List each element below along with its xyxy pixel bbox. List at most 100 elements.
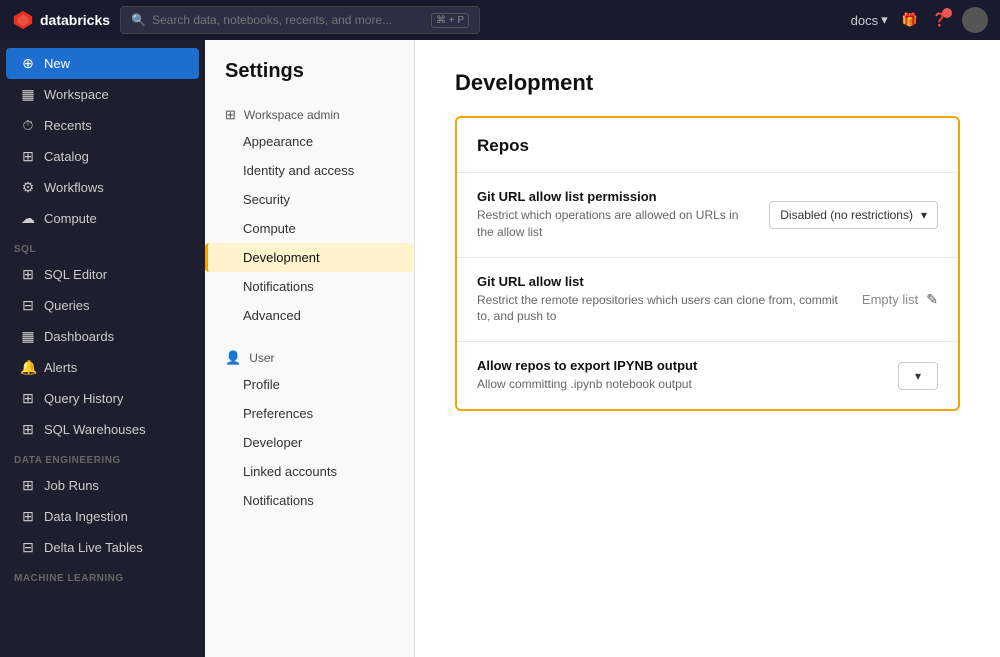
workspace-admin-group-label: ⊞ Workspace admin: [205, 99, 414, 127]
sidebar-item-dashboards[interactable]: ▦ Dashboards: [6, 321, 199, 352]
dropdown-chevron-icon: ▾: [921, 208, 927, 222]
sidebar-item-workflows-label: Workflows: [44, 180, 104, 195]
sidebar-item-workspace[interactable]: ▦ Workspace: [6, 79, 199, 110]
sidebar-item-sql-editor-label: SQL Editor: [44, 267, 107, 282]
sidebar-item-data-ingestion[interactable]: ⊞ Data Ingestion: [6, 501, 199, 532]
sidebar-item-new-label: New: [44, 56, 70, 71]
main-layout: ⊕ New ▦ Workspace ⏱ Recents ⊞ Catalog ⚙ …: [0, 40, 1000, 657]
user-group-icon: 👤: [225, 350, 241, 366]
sidebar-item-workflows[interactable]: ⚙ Workflows: [6, 172, 199, 203]
edit-icon[interactable]: ✎: [926, 291, 938, 308]
sidebar-item-sql-editor[interactable]: ⊞ SQL Editor: [6, 259, 199, 290]
de-section-label: Data Engineering: [0, 445, 205, 470]
settings-title: Settings: [205, 60, 414, 99]
allow-ipynb-chevron-icon: ▾: [915, 369, 921, 383]
data-ingestion-icon: ⊞: [20, 508, 36, 525]
git-url-permission-dropdown[interactable]: Disabled (no restrictions) ▾: [769, 201, 938, 229]
gift-icon: 🎁: [902, 12, 918, 27]
settings-nav-profile[interactable]: Profile: [205, 370, 414, 399]
git-url-list-row: Git URL allow list Restrict the remote r…: [457, 257, 958, 342]
allow-ipynb-control: ▾: [898, 362, 938, 390]
settings-nav-developer[interactable]: Developer: [205, 428, 414, 457]
recents-icon: ⏱: [20, 117, 36, 134]
sidebar-item-recents[interactable]: ⏱ Recents: [6, 110, 199, 141]
allow-ipynb-desc: Allow committing .ipynb notebook output: [477, 376, 882, 393]
docs-link[interactable]: docs ▾: [851, 12, 888, 28]
sidebar-item-delta-live-tables[interactable]: ⊟ Delta Live Tables: [6, 532, 199, 563]
search-bar[interactable]: 🔍 ⌘ + P: [120, 6, 480, 34]
sidebar-item-query-history-label: Query History: [44, 391, 123, 406]
git-url-permission-control: Disabled (no restrictions) ▾: [769, 201, 938, 229]
git-url-permission-value: Disabled (no restrictions): [780, 208, 913, 222]
sidebar-item-sql-warehouses[interactable]: ⊞ SQL Warehouses: [6, 414, 199, 445]
settings-nav-linked-accounts[interactable]: Linked accounts: [205, 457, 414, 486]
avatar[interactable]: [962, 7, 988, 33]
sidebar: ⊕ New ▦ Workspace ⏱ Recents ⊞ Catalog ⚙ …: [0, 40, 205, 657]
repos-card: Repos Git URL allow list permission Rest…: [455, 116, 960, 411]
user-group-label: 👤 User: [205, 342, 414, 370]
ml-section-label: Machine Learning: [0, 563, 205, 588]
sql-editor-icon: ⊞: [20, 266, 36, 283]
settings-nav-development[interactable]: Development: [205, 243, 414, 272]
allow-ipynb-label: Allow repos to export IPYNB output: [477, 358, 882, 373]
docs-label: docs: [851, 13, 878, 28]
dashboards-icon: ▦: [20, 328, 36, 345]
sidebar-item-compute[interactable]: ☁ Compute: [6, 203, 199, 234]
topbar: databricks 🔍 ⌘ + P docs ▾ 🎁 ❓: [0, 0, 1000, 40]
sidebar-item-sql-warehouses-label: SQL Warehouses: [44, 422, 146, 437]
settings-nav-appearance[interactable]: Appearance: [205, 127, 414, 156]
settings-nav-preferences[interactable]: Preferences: [205, 399, 414, 428]
sidebar-item-new[interactable]: ⊕ New: [6, 48, 199, 79]
search-icon: 🔍: [131, 13, 146, 27]
allow-ipynb-dropdown[interactable]: ▾: [898, 362, 938, 390]
user-label: User: [249, 351, 274, 365]
settings-nav-identity[interactable]: Identity and access: [205, 156, 414, 185]
sidebar-item-queries[interactable]: ⊟ Queries: [6, 290, 199, 321]
settings-nav-advanced[interactable]: Advanced: [205, 301, 414, 330]
settings-nav-security[interactable]: Security: [205, 185, 414, 214]
settings-sidebar: Settings ⊞ Workspace admin Appearance Id…: [205, 40, 415, 657]
compute-icon: ☁: [20, 210, 36, 227]
queries-icon: ⊟: [20, 297, 36, 314]
query-history-icon: ⊞: [20, 390, 36, 407]
help-badge: [942, 8, 952, 18]
settings-nav-compute[interactable]: Compute: [205, 214, 414, 243]
page-title: Development: [455, 70, 960, 96]
sidebar-item-catalog[interactable]: ⊞ Catalog: [6, 141, 199, 172]
git-url-permission-row: Git URL allow list permission Restrict w…: [457, 172, 958, 257]
sidebar-item-query-history[interactable]: ⊞ Query History: [6, 383, 199, 414]
brand-name: databricks: [40, 12, 110, 28]
sidebar-item-alerts-label: Alerts: [44, 360, 77, 375]
git-url-permission-label: Git URL allow list permission: [477, 189, 753, 204]
git-url-list-control: Empty list ✎: [862, 291, 938, 308]
workflows-icon: ⚙: [20, 179, 36, 196]
empty-list-text: Empty list: [862, 292, 918, 307]
workspace-admin-label: Workspace admin: [244, 108, 340, 122]
sidebar-item-alerts[interactable]: 🔔 Alerts: [6, 352, 199, 383]
content-area: Development Repos Git URL allow list per…: [415, 40, 1000, 657]
settings-nav-user-notifications[interactable]: Notifications: [205, 486, 414, 515]
new-icon: ⊕: [20, 55, 36, 72]
settings-nav-notifications[interactable]: Notifications: [205, 272, 414, 301]
search-input[interactable]: [152, 13, 425, 27]
git-url-list-desc: Restrict the remote repositories which u…: [477, 292, 846, 326]
gift-button[interactable]: 🎁: [902, 12, 918, 28]
sidebar-item-data-ingestion-label: Data Ingestion: [44, 509, 128, 524]
git-url-list-info: Git URL allow list Restrict the remote r…: [477, 274, 846, 326]
brand-logo: databricks: [12, 9, 110, 31]
sidebar-item-catalog-label: Catalog: [44, 149, 89, 164]
topbar-right: docs ▾ 🎁 ❓: [851, 7, 988, 33]
sidebar-item-compute-label: Compute: [44, 211, 97, 226]
help-button[interactable]: ❓: [932, 12, 948, 28]
sidebar-item-job-runs[interactable]: ⊞ Job Runs: [6, 470, 199, 501]
search-shortcut: ⌘ + P: [431, 13, 469, 28]
delta-live-tables-icon: ⊟: [20, 539, 36, 556]
sidebar-item-dashboards-label: Dashboards: [44, 329, 114, 344]
catalog-icon: ⊞: [20, 148, 36, 165]
repos-section-title: Repos: [457, 118, 958, 172]
job-runs-icon: ⊞: [20, 477, 36, 494]
sidebar-item-queries-label: Queries: [44, 298, 90, 313]
workspace-admin-icon: ⊞: [225, 107, 236, 123]
git-url-list-label: Git URL allow list: [477, 274, 846, 289]
allow-ipynb-info: Allow repos to export IPYNB output Allow…: [477, 358, 882, 393]
